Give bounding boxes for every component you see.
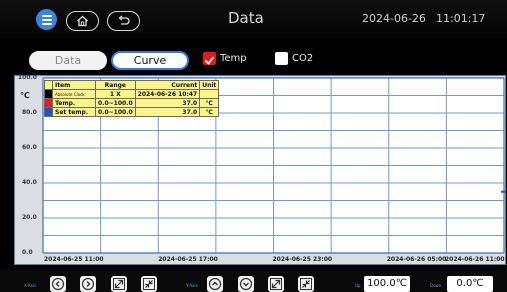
x-axis-left-button[interactable] [50, 276, 66, 292]
legend-item: Set temp. [52, 107, 96, 117]
shrink-icon [300, 278, 312, 290]
legend-item: Absolute Clock [52, 89, 96, 99]
legend-range: 0.0~100.0 [95, 98, 136, 108]
legend-header-unit: Unit [199, 80, 220, 90]
legend-range: 1 X [95, 89, 136, 99]
y-tick-label: 0.0 [22, 249, 33, 256]
x-tick-label: 2024-06-25 11:00 [44, 256, 104, 263]
chevron-down-icon [239, 277, 253, 291]
legend-unit: ℃ [199, 107, 220, 117]
y-axis-label: Y-Axis [186, 283, 198, 288]
y-up-value-field[interactable]: 100.0℃ [364, 276, 410, 292]
legend-header-row: Item Range Current Unit [44, 80, 220, 90]
legend-current: 2024-06-26 10:47 [134, 89, 201, 99]
y-tick-label: 80.0 [22, 109, 37, 116]
legend-header-range: Range [95, 80, 136, 90]
x-tick-label: 2024-06-25 17:00 [158, 256, 218, 263]
legend-range: 0.0~100.0 [95, 107, 136, 117]
expand-icon [113, 278, 125, 290]
shrink-icon [143, 278, 155, 290]
down-label: Down [430, 283, 442, 288]
legend-current: 37.0 [134, 107, 201, 117]
legend-swatch-black [44, 89, 53, 99]
chart-legend-table: Item Range Current Unit Absolute Clock 1… [44, 80, 220, 117]
y-tick-label: 60.0 [22, 144, 37, 151]
legend-row-clock: Absolute Clock 1 X 2024-06-26 10:47 [44, 89, 220, 99]
expand-icon [270, 278, 282, 290]
y-tick-label: 100.0 [18, 74, 37, 81]
legend-unit: ℃ [199, 98, 220, 108]
legend-swatch-blue [44, 107, 53, 117]
x-tick-label: 2024-06-26 05:00 [386, 256, 447, 263]
up-label: Up [355, 283, 361, 288]
y-tick-label: 40.0 [22, 179, 37, 186]
y-axis-up-button[interactable] [207, 276, 223, 292]
legend-unit [199, 89, 220, 99]
chart-grid [42, 77, 506, 254]
y-axis-unit: ℃ [20, 91, 30, 100]
x-axis-zoom-out-button[interactable] [111, 276, 127, 292]
legend-swatch-red [44, 98, 53, 108]
legend-item: Temp. [52, 98, 96, 108]
chevron-left-icon [51, 277, 65, 291]
legend-header-item: Item [52, 80, 96, 90]
x-axis-right-button[interactable] [80, 276, 96, 292]
chevron-up-icon [208, 277, 222, 291]
legend-row-temp: Temp. 0.0~100.0 37.0 ℃ [44, 98, 220, 108]
y-tick-label: 20.0 [22, 214, 37, 221]
x-axis-label: X-Axis [24, 283, 37, 288]
legend-current: 37.0 [134, 98, 201, 108]
legend-header-current: Current [134, 80, 201, 90]
chevron-right-icon [81, 277, 95, 291]
y-axis-down-button[interactable] [238, 276, 254, 292]
y-down-value-field[interactable]: 0.0℃ [447, 276, 493, 292]
y-axis-zoom-in-button[interactable] [298, 276, 314, 292]
x-axis-zoom-in-button[interactable] [141, 276, 157, 292]
x-tick-label: 2024-06-26 11:00 [445, 256, 505, 263]
x-tick-label: 2024-06-25 23:00 [272, 256, 333, 263]
y-axis-zoom-out-button[interactable] [268, 276, 284, 292]
legend-row-settemp: Set temp. 0.0~100.0 37.0 ℃ [44, 107, 220, 117]
